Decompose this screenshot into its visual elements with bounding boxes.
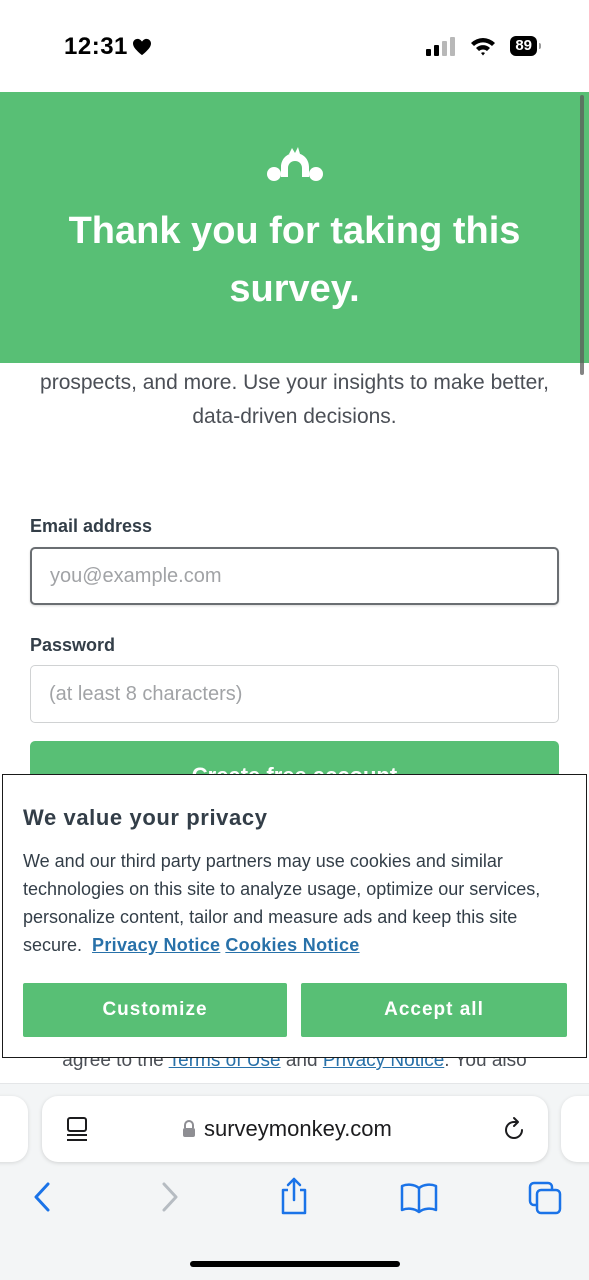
previous-tab-preview[interactable] (0, 1096, 28, 1162)
email-label: Email address (30, 516, 153, 536)
thank-you-header: Thank you for taking this survey. (0, 92, 589, 363)
email-placeholder: you@example.com (50, 564, 222, 587)
status-bar: 12:31 89 (0, 0, 589, 92)
clock-text: 12:31 (64, 33, 128, 60)
accept-all-button[interactable]: Accept all (301, 983, 567, 1037)
status-indicators: 89 (426, 36, 541, 56)
page-menu-icon[interactable] (66, 1116, 90, 1142)
back-icon[interactable] (30, 1180, 54, 1214)
address-bar[interactable]: surveymonkey.com (42, 1096, 548, 1162)
page: 12:31 89 Thank you for taking this surve… (0, 0, 589, 1280)
password-label: Password (30, 635, 116, 655)
password-input[interactable]: (at least 8 characters) (30, 665, 559, 723)
url-display[interactable]: surveymonkey.com (182, 1116, 392, 1142)
home-indicator[interactable] (190, 1261, 400, 1267)
heart-icon (132, 38, 151, 56)
password-placeholder: (at least 8 characters) (49, 682, 243, 705)
tabs-icon[interactable] (527, 1180, 563, 1216)
battery-icon: 89 (510, 36, 541, 56)
share-icon[interactable] (278, 1176, 310, 1216)
cellular-signal-icon (426, 37, 456, 56)
next-tab-preview[interactable] (561, 1096, 589, 1162)
privacy-notice-link[interactable]: Privacy Notice (92, 935, 220, 955)
email-input[interactable]: you@example.com (30, 547, 559, 605)
intro-text: prospects, and more. Use your insights t… (40, 371, 549, 428)
lock-icon (183, 1120, 195, 1137)
customize-button[interactable]: Customize (23, 983, 287, 1037)
wifi-icon (471, 38, 496, 56)
url-text: surveymonkey.com (204, 1116, 392, 1141)
scroll-indicator[interactable] (580, 95, 584, 375)
cookies-notice-link[interactable]: Cookies Notice (225, 935, 359, 955)
bookmarks-icon[interactable] (400, 1182, 438, 1214)
forward-icon[interactable] (158, 1180, 182, 1214)
status-time: 12:31 (64, 33, 152, 61)
page-title: Thank you for taking this survey. (68, 210, 521, 310)
cookie-banner-message: We and our third party partners may use … (23, 847, 568, 959)
surveymonkey-logo-icon (267, 147, 323, 181)
cookie-banner-title: We value your privacy (23, 805, 268, 830)
cookie-consent-banner: We value your privacy We and our third p… (2, 774, 587, 1058)
reload-icon[interactable] (502, 1116, 526, 1142)
